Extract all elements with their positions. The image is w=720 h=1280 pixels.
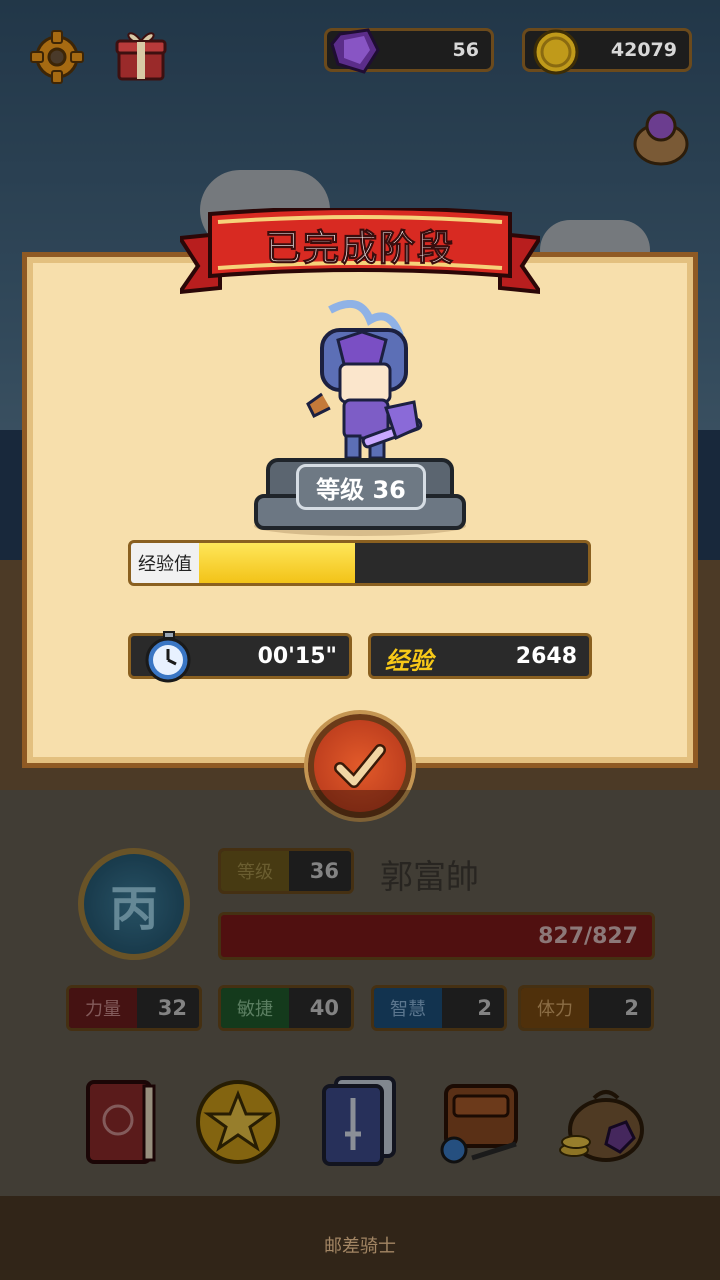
purple-gem-icon [330,28,380,74]
knight-character [306,300,423,460]
gift-button[interactable] [112,26,170,84]
treasure-bag-button[interactable] [632,104,690,166]
exp-gain-label: 经验 [385,647,433,675]
footer-title: 邮差骑士 [324,1236,396,1257]
gear-icon [30,30,84,84]
exp-gain-box: 经验 2648 [368,633,592,679]
dialog-title: 已完成阶段 [264,228,455,270]
panel-overlay [0,790,720,1280]
exp-gain-value: 2648 [515,643,577,669]
loot-bag-icon [633,110,689,166]
gold-count: 42079 [610,39,677,61]
gem-count: 56 [452,39,479,61]
exp-bar-fill [199,543,355,583]
gift-icon [115,32,167,81]
elapsed-time: 00'15" [257,643,337,669]
exp-progress-bar: 经验值 [128,540,591,586]
level-plate: 等级 36 [296,464,426,510]
stopwatch-icon [145,631,191,683]
checkmark-icon [334,744,386,788]
gold-coin-icon [533,29,579,75]
settings-button[interactable] [28,28,86,86]
exp-bar-label: 经验值 [131,543,199,583]
